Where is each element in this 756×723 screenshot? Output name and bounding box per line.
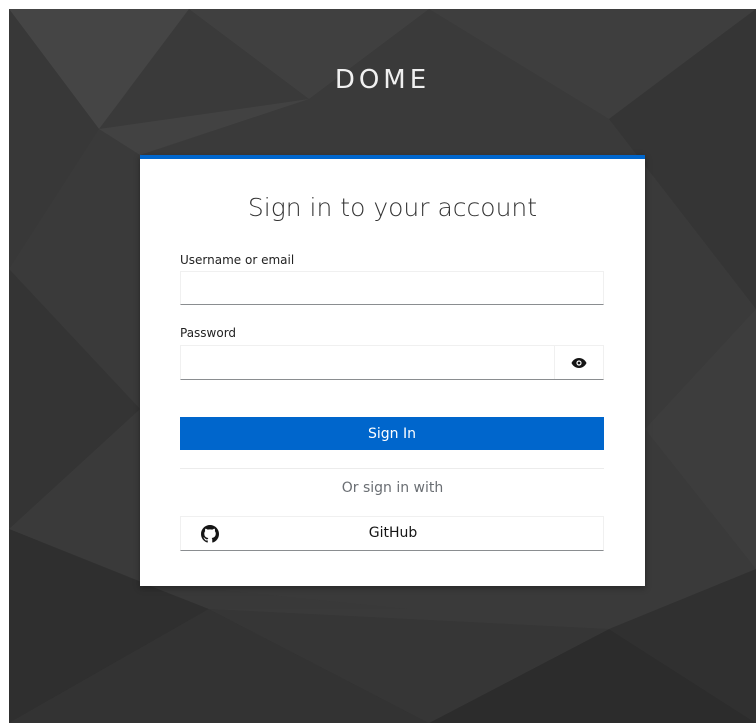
login-card: Sign in to your account Username or emai… (140, 155, 645, 586)
show-password-button[interactable] (554, 346, 603, 379)
divider (180, 468, 604, 469)
github-login-button[interactable]: GitHub (180, 516, 604, 551)
brand-title: DOME (334, 65, 431, 95)
social-login-heading: Or sign in with (341, 480, 444, 496)
username-input[interactable] (180, 271, 604, 305)
eye-icon (571, 357, 587, 368)
login-background: DOME Sign in to your account Username or… (9, 9, 756, 723)
username-label: Username or email (180, 253, 295, 267)
password-field (180, 345, 604, 380)
github-login-label: GitHub (368, 525, 418, 541)
login-heading: Sign in to your account (247, 193, 538, 222)
password-input[interactable] (181, 346, 554, 379)
sign-in-button[interactable]: Sign In (180, 417, 604, 450)
password-label: Password (180, 326, 237, 340)
